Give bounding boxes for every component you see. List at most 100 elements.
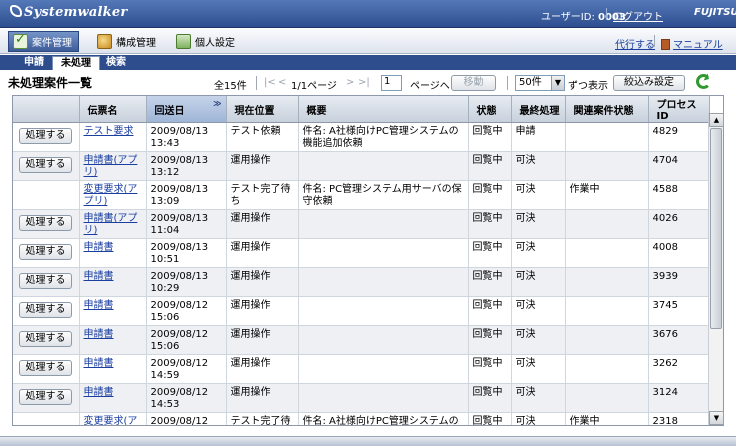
process-button[interactable]: 処理する bbox=[19, 331, 72, 347]
process-button[interactable]: 処理する bbox=[19, 302, 72, 318]
menu-tab-case-management[interactable]: 案件管理 bbox=[8, 31, 79, 52]
total-count: 全15件 bbox=[214, 81, 247, 92]
last-action-cell: 可決 bbox=[511, 209, 566, 239]
forward-date-cell: 2009/08/12 14:37 bbox=[146, 412, 227, 425]
menu-tab-label: 構成管理 bbox=[116, 38, 156, 49]
refresh-icon[interactable] bbox=[696, 74, 711, 89]
forward-date-cell: 2009/08/13 13:09 bbox=[146, 180, 227, 210]
process-button[interactable]: 処理する bbox=[19, 273, 72, 289]
process-id-cell: 3676 bbox=[648, 325, 710, 355]
tab-unprocessed[interactable]: 未処理 bbox=[52, 56, 100, 70]
process-id-cell: 4829 bbox=[648, 122, 710, 152]
slip-name-link[interactable]: 申請書 bbox=[84, 242, 114, 253]
status-cell: 回覧中 bbox=[468, 267, 512, 297]
related-status-cell bbox=[565, 354, 649, 384]
action-cell: 処理する bbox=[13, 354, 80, 384]
logo-text: Systemwalker bbox=[24, 5, 128, 20]
last-action-cell: 可決 bbox=[511, 151, 566, 181]
column-header-location[interactable]: 現在位置 bbox=[226, 96, 299, 123]
summary-cell: 件名: PC管理システム用サーバの保守依頼 bbox=[298, 180, 469, 210]
last-action-cell: 申請 bbox=[511, 122, 566, 152]
manual-link[interactable]: マニュアル bbox=[661, 36, 723, 51]
column-header-last-action[interactable]: 最終処理 bbox=[511, 96, 566, 123]
prev-page-button[interactable]: < bbox=[278, 77, 286, 88]
process-button[interactable]: 処理する bbox=[19, 360, 72, 376]
last-page-button[interactable]: >| bbox=[358, 77, 370, 88]
forward-date-cell: 2009/08/13 13:12 bbox=[146, 151, 227, 181]
pager-bar: 全15件 |< < 1/1ページ > >| 1 ページへ 移動 50件 ▼ ずつ表… bbox=[0, 74, 736, 92]
goto-page-label: ページへ bbox=[410, 81, 450, 92]
menu-divider bbox=[654, 35, 655, 47]
slip-name-link[interactable]: 申請書 bbox=[84, 329, 114, 340]
last-action-cell: 可決 bbox=[511, 383, 566, 413]
process-button[interactable]: 処理する bbox=[19, 215, 72, 231]
forward-date-cell: 2009/08/13 10:29 bbox=[146, 267, 227, 297]
tab-apply[interactable]: 申請 bbox=[16, 56, 52, 70]
summary-cell bbox=[298, 238, 469, 268]
process-button[interactable]: 処理する bbox=[19, 389, 72, 405]
summary-cell bbox=[298, 209, 469, 239]
table-row: 処理する 申請書 2009/08/12 15:06 運用操作 回覧中 可決 3745 bbox=[13, 296, 710, 326]
action-cell: 処理する bbox=[13, 296, 80, 326]
per-page-value: 50件 bbox=[519, 77, 542, 88]
slip-name-link[interactable]: 変更要求(アプリ) bbox=[84, 416, 138, 425]
logout-link[interactable]: ログアウト bbox=[613, 8, 663, 23]
process-id-cell: 4008 bbox=[648, 238, 710, 268]
forward-date-cell: 2009/08/13 10:51 bbox=[146, 238, 227, 268]
scroll-up-icon[interactable]: ▲ bbox=[709, 113, 724, 127]
table-scrollbar[interactable]: ▲ ▼ bbox=[708, 113, 724, 425]
table-row: 処理する 申請書(アプリ) 2009/08/13 11:04 運用操作 回覧中 可決 402… bbox=[13, 209, 710, 239]
status-cell: 回覧中 bbox=[468, 296, 512, 326]
column-header-slip-name[interactable]: 伝票名 bbox=[79, 96, 147, 123]
header-divider bbox=[606, 8, 607, 20]
scrollbar-thumb[interactable] bbox=[710, 128, 722, 329]
menu-tab-config-management[interactable]: 構成管理 bbox=[93, 31, 162, 52]
per-page-select[interactable]: 50件 ▼ bbox=[515, 75, 565, 91]
location-cell: 運用操作 bbox=[226, 151, 299, 181]
forward-date-cell: 2009/08/13 13:43 bbox=[146, 122, 227, 152]
column-header-process-id[interactable]: プロセスID bbox=[648, 96, 710, 123]
slip-name-link[interactable]: 申請書 bbox=[84, 387, 114, 398]
last-action-cell: 可決 bbox=[511, 267, 566, 297]
slip-name-link[interactable]: 申請書(アプリ) bbox=[84, 155, 138, 178]
action-cell: 処理する bbox=[13, 383, 80, 413]
per-page-suffix: ずつ表示 bbox=[568, 81, 608, 92]
slip-name-link[interactable]: テスト要求 bbox=[84, 126, 134, 137]
column-header-summary[interactable]: 概要 bbox=[298, 96, 469, 123]
status-cell: 回覧中 bbox=[468, 412, 512, 425]
filter-settings-button[interactable]: 絞込み設定 bbox=[613, 75, 685, 91]
slip-name-link[interactable]: 申請書 bbox=[84, 300, 114, 311]
slip-name-cell: 変更要求(アプリ) bbox=[79, 180, 147, 210]
slip-name-link[interactable]: 変更要求(アプリ) bbox=[84, 184, 138, 207]
process-id-cell: 4026 bbox=[648, 209, 710, 239]
first-page-button[interactable]: |< bbox=[264, 77, 276, 88]
process-button[interactable]: 処理する bbox=[19, 244, 72, 260]
menu-tab-personal-settings[interactable]: 個人設定 bbox=[172, 31, 241, 52]
move-button[interactable]: 移動 bbox=[451, 75, 496, 91]
process-button[interactable]: 処理する bbox=[19, 157, 72, 173]
proxy-link[interactable]: 代行する bbox=[615, 36, 655, 51]
last-action-cell: 可決 bbox=[511, 354, 566, 384]
page-number-input[interactable]: 1 bbox=[381, 75, 402, 91]
process-id-cell: 4588 bbox=[648, 180, 710, 210]
pager-divider bbox=[507, 76, 508, 90]
forward-date-cell: 2009/08/12 15:06 bbox=[146, 296, 227, 326]
scroll-down-icon[interactable]: ▼ bbox=[709, 411, 724, 425]
process-id-cell: 4704 bbox=[648, 151, 710, 181]
column-header-forward-date[interactable]: 回送日 ≫ bbox=[146, 96, 227, 123]
slip-name-link[interactable]: 申請書(アプリ) bbox=[84, 213, 138, 236]
column-header-status[interactable]: 状態 bbox=[468, 96, 512, 123]
action-cell: 処理する bbox=[13, 325, 80, 355]
summary-cell: 件名: A社様向けPC管理システムの機能追加依頼 bbox=[298, 412, 469, 425]
next-page-button[interactable]: > bbox=[346, 77, 354, 88]
table-header-row: 伝票名 回送日 ≫ 現在位置 概要 状態 最終処理 関連案件状態 プロセスID bbox=[13, 96, 710, 123]
column-header-related-status[interactable]: 関連案件状態 bbox=[565, 96, 649, 123]
tab-search[interactable]: 検索 bbox=[98, 56, 134, 70]
fujitsu-logo: FUJITSU bbox=[694, 7, 736, 18]
slip-name-link[interactable]: 申請書 bbox=[84, 358, 114, 369]
checkbox-icon bbox=[13, 32, 28, 49]
person-settings-icon bbox=[176, 34, 191, 49]
slip-name-link[interactable]: 申請書 bbox=[84, 271, 114, 282]
process-button[interactable]: 処理する bbox=[19, 128, 72, 144]
table-row: 処理する 申請書(アプリ) 2009/08/13 13:12 運用操作 回覧中 可決 470… bbox=[13, 151, 710, 181]
